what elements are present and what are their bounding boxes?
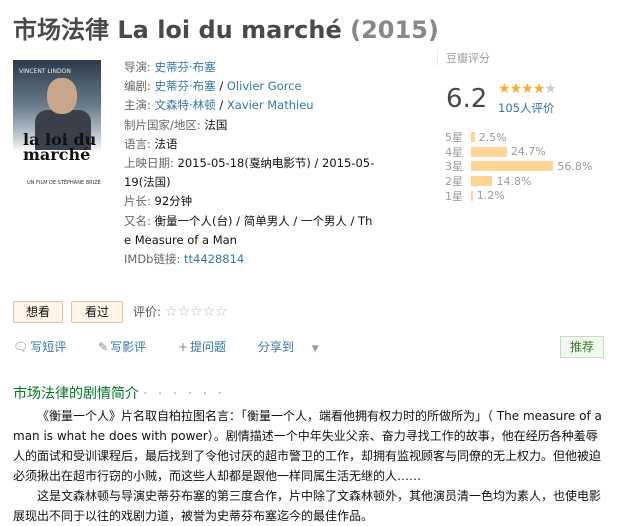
poster-title: la loi du marché	[23, 130, 97, 164]
aka-value-2: e Measure of a Man	[124, 232, 237, 247]
histogram-label: 2星	[445, 175, 463, 189]
cast-label: 主演:	[124, 98, 151, 113]
poster-director: UN FILM DE STÉPHANE BRIZÉ	[27, 180, 101, 186]
histogram-percent: 1.2%	[476, 189, 505, 203]
histogram-percent: 14.8%	[496, 174, 532, 188]
synopsis-heading-text: 市场法律的剧情简介	[13, 386, 139, 402]
ask-question-label: 提问题	[190, 340, 227, 354]
rating-label: 豆瓣评分	[446, 52, 490, 65]
histogram-label: 3星	[445, 160, 463, 174]
cast-link-2[interactable]: Xavier Mathieu	[227, 98, 314, 112]
rate-star-icon[interactable]: ☆	[203, 304, 216, 320]
director-label: 导演:	[124, 60, 151, 74]
cast-link-1[interactable]: 文森特·林顿	[155, 98, 216, 112]
share-dropdown[interactable]: 分享到 ▼	[258, 340, 333, 354]
country-label: 制片国家/地区:	[124, 117, 201, 132]
histogram-percent: 2.5%	[478, 130, 507, 144]
rate-star-icon[interactable]: ☆	[215, 304, 228, 320]
aka-value-1: 衡量一个人(台) / 简单男人 / 一个男人 / Th	[154, 213, 373, 228]
action-bar: 🗨 写短评 ✎ 写影评 + 提问题 分享到 ▼	[13, 338, 347, 355]
chevron-down-icon: ▼	[311, 344, 319, 354]
histogram-bar	[471, 176, 493, 187]
release-value-1: 2015-05-18(戛纳电影节) / 2015-05-	[177, 156, 375, 171]
release-value-2: 19(法国)	[124, 175, 171, 190]
rate-star-icon[interactable]: ☆	[165, 304, 178, 320]
rate-star-icon[interactable]: ☆	[177, 304, 190, 320]
writer-label: 编剧:	[124, 79, 151, 94]
recommend-button[interactable]: 推荐	[560, 336, 604, 358]
movie-info: 导演: 史蒂芬·布塞 编剧: 史蒂芬·布塞 / Olivier Gorce 主演…	[124, 60, 375, 267]
rating-histogram: 5星 2.5% 4星 24.7% 3星 56.8% 2星 14.8% 1星 1.2%	[445, 130, 592, 203]
watched-button[interactable]: 看过	[71, 301, 123, 323]
histogram-row: 1星 1.2%	[445, 188, 592, 203]
rate-star-icon[interactable]: ☆	[190, 304, 203, 320]
histogram-label: 1星	[445, 189, 463, 203]
country-value: 法国	[204, 117, 228, 132]
rating-stars: ★★★★★	[498, 81, 557, 97]
runtime-label: 片长:	[124, 194, 151, 209]
page-title: 市场法律 La loi du marché (2015)	[13, 10, 439, 45]
star-full-icon: ★	[509, 81, 523, 97]
rating-panel: 豆瓣评分 6.2 ★★★★★ 105人评价	[437, 50, 621, 115]
movie-year: (2015)	[350, 16, 439, 44]
ask-question-link[interactable]: + 提问题	[178, 340, 240, 354]
my-rating-label: 评价:	[133, 305, 162, 319]
histogram-bar	[471, 190, 473, 201]
histogram-label: 4星	[445, 145, 463, 159]
star-empty-icon: ★	[544, 81, 557, 97]
poster-figure-face	[47, 78, 77, 114]
histogram-row: 2星 14.8%	[445, 174, 592, 189]
my-rating: 评价: ☆☆☆☆☆	[133, 303, 228, 320]
imdb-label: IMDb链接:	[124, 252, 181, 267]
vote-count-link[interactable]: 105人评价	[498, 100, 554, 116]
histogram-bar	[471, 161, 554, 172]
runtime-value: 92分钟	[154, 194, 193, 209]
star-half-icon: ★	[532, 81, 546, 97]
movie-title: 市场法律 La loi du marché	[13, 16, 342, 44]
synopsis-paragraph-2: 这是文森林顿与导演史蒂芬布塞的第三度合作，片中除了文森林顿外，其他演员清一色均为…	[13, 489, 602, 523]
star-full-icon: ★	[521, 81, 534, 97]
synopsis-text: 《衡量一个人》片名取自柏拉图名言：「衡量一个人，端看他拥有权力时的所做所为」（ …	[13, 406, 608, 526]
histogram-bar	[471, 132, 475, 143]
star-full-icon: ★	[498, 81, 511, 97]
release-label: 上映日期:	[124, 156, 174, 171]
write-short-review-label: 写短评	[30, 340, 67, 354]
director-link[interactable]: 史蒂芬·布塞	[155, 60, 216, 74]
language-label: 语言:	[124, 136, 151, 151]
writer-link-2[interactable]: Olivier Gorce	[227, 79, 302, 93]
write-review-link[interactable]: ✎ 写影评	[98, 340, 160, 354]
histogram-bar	[471, 146, 507, 157]
synopsis-heading: 市场法律的剧情简介 · · · · · ·	[13, 383, 225, 403]
aka-label: 又名:	[124, 213, 151, 228]
plus-icon: +	[177, 340, 189, 354]
write-short-review-link[interactable]: 🗨 写短评	[13, 340, 80, 354]
want-to-watch-button[interactable]: 想看	[13, 301, 63, 323]
histogram-row: 5星 2.5%	[445, 130, 592, 145]
histogram-percent: 24.7%	[510, 145, 546, 159]
imdb-link[interactable]: tt4428814	[184, 252, 244, 266]
synopsis-paragraph-1: 《衡量一个人》片名取自柏拉图名言：「衡量一个人，端看他拥有权力时的所做所为」（ …	[13, 409, 602, 483]
rating-score: 6.2	[446, 84, 488, 114]
histogram-percent: 56.8%	[557, 159, 593, 173]
language-value: 法语	[154, 136, 178, 151]
histogram-row: 4星 24.7%	[445, 145, 592, 160]
synopsis-heading-dots: · · · · · ·	[143, 386, 225, 402]
write-review-label: 写影评	[110, 340, 147, 354]
writer-link-1[interactable]: 史蒂芬·布塞	[155, 79, 216, 93]
poster-actor: VINCENT LINDON	[19, 68, 71, 75]
histogram-row: 3星 56.8%	[445, 159, 592, 174]
speech-bubble-icon: 🗨	[13, 340, 29, 354]
histogram-label: 5星	[445, 131, 463, 145]
share-label: 分享到	[257, 340, 294, 354]
movie-poster[interactable]: VINCENT LINDON la loi du marché UN FILM …	[13, 60, 101, 192]
pencil-icon: ✎	[98, 340, 109, 354]
